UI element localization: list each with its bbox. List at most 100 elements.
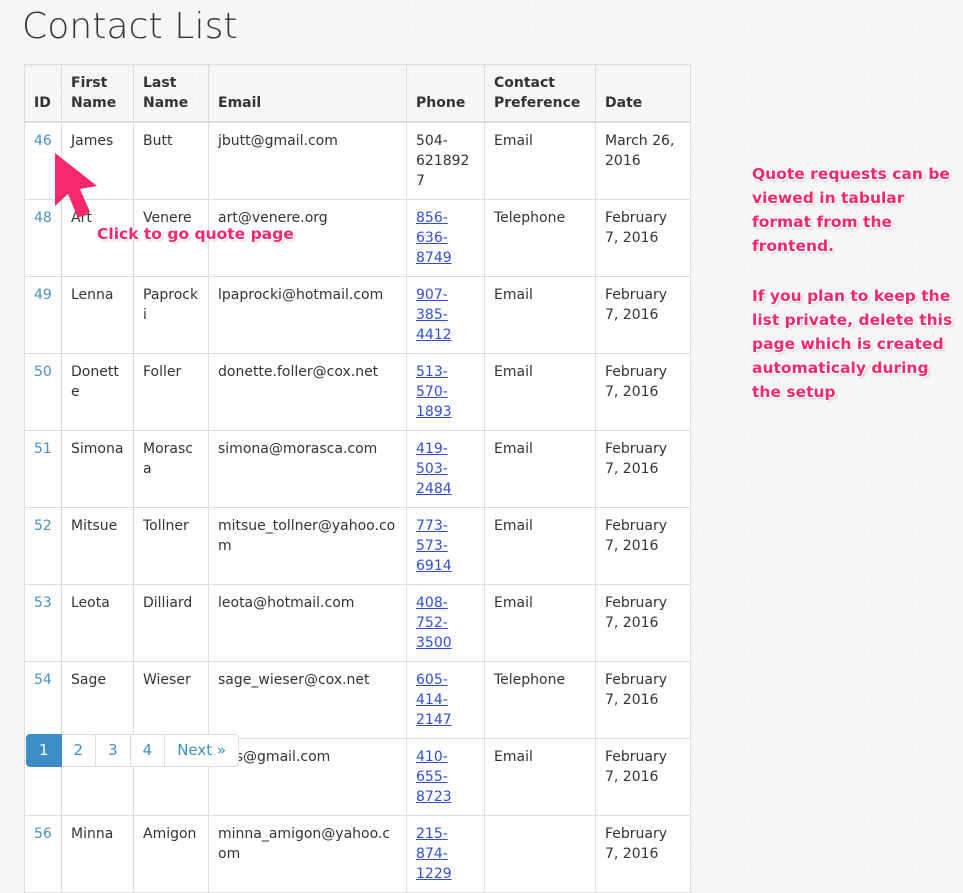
cell-phone: 773-573-6914 [406,507,485,585]
cell-id: 54 [24,661,62,739]
cell-email: mitsue_tollner@yahoo.com [208,507,407,585]
cell-first: Mitsue [61,507,134,585]
cell-id: 52 [24,507,62,585]
annotation-note-privacy: If you plan to keep the list private, de… [752,287,953,401]
id-link[interactable]: 49 [34,287,52,303]
phone-link[interactable]: 773-573-6914 [416,518,452,574]
annotation-click-quote: Click to go quote page [97,225,294,243]
cell-date: February 7, 2016 [595,353,691,431]
cell-last: Foller [133,353,209,431]
cell-last: Tollner [133,507,209,585]
cell-contact-preference: Telephone [484,199,596,277]
table-header: ID First Name Last Name Email Phone Cont… [24,64,691,123]
pagination[interactable]: 1 2 3 4 Next » [26,734,240,767]
cell-contact-preference: Email [484,584,596,662]
cell-contact-preference: Email [484,276,596,354]
cell-contact-preference: Email [484,507,596,585]
cell-email: sage_wieser@cox.net [208,661,407,739]
pagination-page-3[interactable]: 3 [96,734,131,767]
id-link[interactable]: 52 [34,518,52,534]
cell-id: 50 [24,353,62,431]
cell-first: James [61,121,134,200]
cell-id: 46 [24,121,62,200]
cell-last: Dilliard [133,584,209,662]
cell-phone: 504-6218927 [406,121,485,200]
column-header-contact-preference: Contact Preference [484,64,596,123]
cell-email: lpaprocki@hotmail.com [208,276,407,354]
cell-last: Wieser [133,661,209,739]
page-root: Contact List ID First Name Last Name Ema… [0,0,963,893]
id-link[interactable]: 56 [34,826,52,842]
cell-phone: 408-752-3500 [406,584,485,662]
cell-email: donette.foller@cox.net [208,353,407,431]
cell-last: Paprocki [133,276,209,354]
cell-date: February 7, 2016 [595,199,691,277]
column-header-date: Date [595,64,691,123]
id-link[interactable]: 48 [34,210,52,226]
id-link[interactable]: 54 [34,672,52,688]
table-row: 51 Simona Morasca simona@morasca.com 419-503… [24,430,691,508]
cell-first: Leota [61,584,134,662]
table-row: 49 Lenna Paprocki lpaprocki@hotmail.com 907-… [24,276,691,354]
cell-date: February 7, 2016 [595,430,691,508]
cell-phone: 419-503-2484 [406,430,485,508]
phone-link[interactable]: 215-874-1229 [416,826,452,882]
cell-date: February 7, 2016 [595,815,691,893]
cell-phone: 856-636-8749 [406,199,485,277]
id-link[interactable]: 46 [34,133,52,149]
cell-date: February 7, 2016 [595,584,691,662]
table-row: 50 Donette Foller donette.foller@cox.net 513… [24,353,691,431]
cell-id: 56 [24,815,62,893]
cell-date: February 7, 2016 [595,738,691,816]
phone-link[interactable]: 605-414-2147 [416,672,452,728]
cell-phone: 907-385-4412 [406,276,485,354]
phone-link[interactable]: 907-385-4412 [416,287,452,343]
cell-email: simona@morasca.com [208,430,407,508]
phone-link[interactable]: 856-636-8749 [416,210,452,266]
cell-id: 48 [24,199,62,277]
cell-contact-preference: Email [484,353,596,431]
cell-phone: 410-655-8723 [406,738,485,816]
phone-link[interactable]: 410-655-8723 [416,749,452,805]
table-row: 54 Sage Wieser sage_wieser@cox.net 605-414-2… [24,661,691,739]
pagination-next[interactable]: Next » [165,734,240,767]
cell-email: jbutt@gmail.com [208,121,407,200]
phone-link[interactable]: 419-503-2484 [416,441,452,497]
cell-email: minna_amigon@yahoo.com [208,815,407,893]
pagination-page-1[interactable]: 1 [26,734,62,767]
phone-link[interactable]: 513-570-1893 [416,364,452,420]
cell-id: 53 [24,584,62,662]
contact-table: ID First Name Last Name Email Phone Cont… [24,64,691,893]
cell-contact-preference: Email [484,121,596,200]
cell-id: 51 [24,430,62,508]
pagination-page-2[interactable]: 2 [61,734,97,767]
cell-date: February 7, 2016 [595,661,691,739]
cell-last: Amigon [133,815,209,893]
cell-contact-preference [484,815,596,893]
id-link[interactable]: 50 [34,364,52,380]
cell-phone: 513-570-1893 [406,353,485,431]
cell-email: leota@hotmail.com [208,584,407,662]
id-link[interactable]: 51 [34,441,52,457]
phone-link[interactable]: 408-752-3500 [416,595,452,651]
page-title: Contact List [22,6,238,47]
table-row: 46 James Butt jbutt@gmail.com 504-6218927 Ema… [24,121,691,200]
id-link[interactable]: 53 [34,595,52,611]
table-row: 52 Mitsue Tollner mitsue_tollner@yahoo.com 7… [24,507,691,585]
cell-date: March 26, 2016 [595,121,691,200]
pagination-page-4[interactable]: 4 [130,734,166,767]
column-header-first-name: First Name [61,64,134,123]
cell-contact-preference: Email [484,430,596,508]
cell-first: Simona [61,430,134,508]
cell-first: Sage [61,661,134,739]
cell-last: Butt [133,121,209,200]
cell-first: Lenna [61,276,134,354]
table-row: 53 Leota Dilliard leota@hotmail.com 408-752-… [24,584,691,662]
cell-last: Morasca [133,430,209,508]
annotation-note-viewing: Quote requests can be viewed in tabular … [752,165,950,255]
table-header-row: ID First Name Last Name Email Phone Cont… [24,64,691,123]
cell-phone: 215-874-1229 [406,815,485,893]
column-header-id: ID [24,64,62,123]
column-header-email: Email [208,64,407,123]
cell-contact-preference: Telephone [484,661,596,739]
